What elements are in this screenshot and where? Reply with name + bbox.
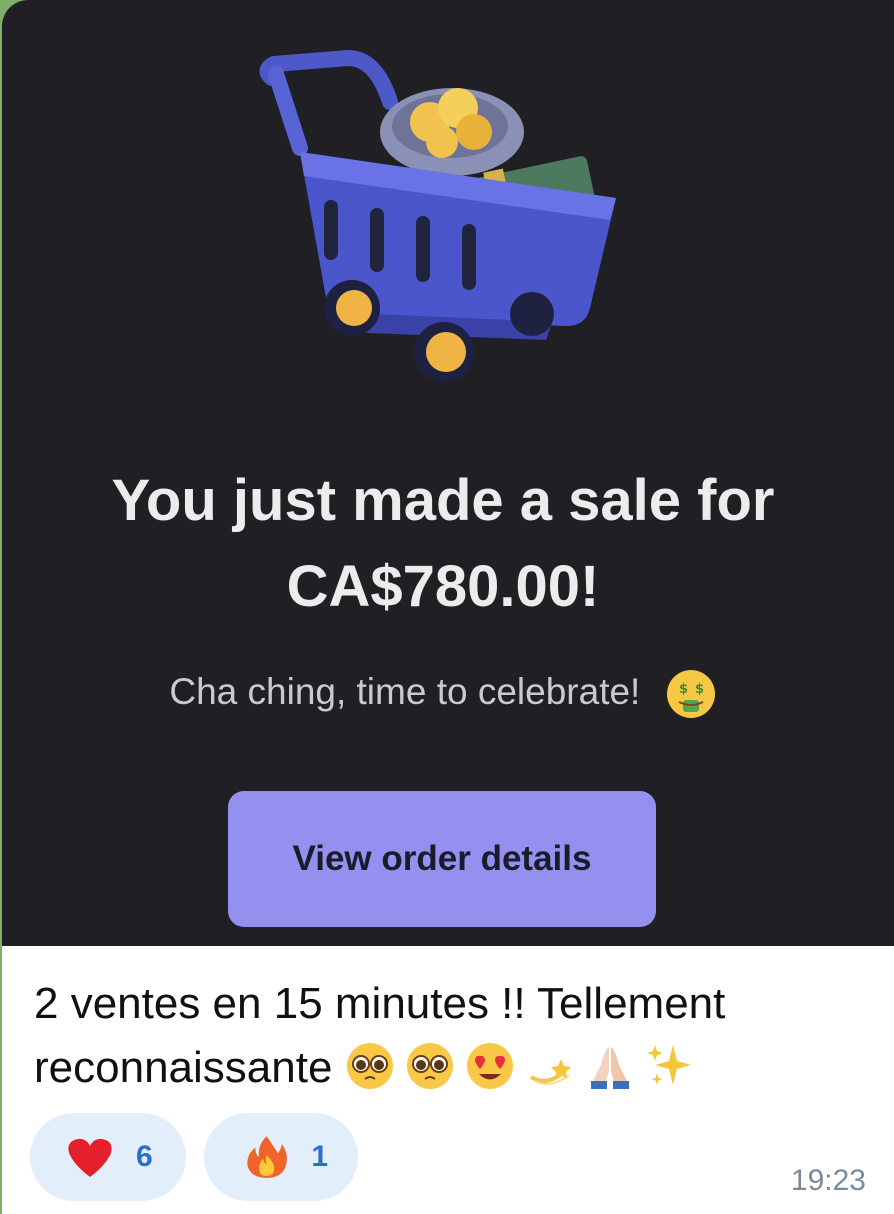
reaction-count: 6: [136, 1140, 153, 1173]
heart-eyes-face-icon: [466, 1043, 513, 1089]
reaction-fire[interactable]: 1: [204, 1113, 358, 1201]
shopping-cart-icon: [259, 50, 616, 382]
reaction-count: 1: [311, 1140, 328, 1173]
folded-hands-icon: [590, 1047, 629, 1089]
pleading-face-icon: [346, 1043, 393, 1089]
sale-notification-card[interactable]: You just made a sale for CA$780.00! Cha …: [2, 0, 894, 946]
reactions-bar: 6 1: [30, 1113, 358, 1201]
fire-icon: [247, 1136, 287, 1178]
subline-text: Cha ching, time to celebrate!: [169, 671, 641, 712]
sparkles-icon: [646, 1045, 691, 1085]
money-mouth-face-icon: $ $: [666, 670, 715, 719]
message-timestamp: 19:23: [790, 1164, 866, 1197]
svg-text:$: $: [679, 682, 688, 697]
sale-subline: Cha ching, time to celebrate! $ $: [2, 664, 884, 720]
heart-icon: [68, 1138, 112, 1177]
reaction-heart[interactable]: 6: [30, 1113, 186, 1201]
pleading-face-icon: [406, 1043, 453, 1089]
message-caption: 2 ventes en 15 minutes !! Tellement reco…: [34, 972, 884, 1100]
sale-headline: You just made a sale for CA$780.00!: [111, 468, 775, 619]
dizzy-icon: [529, 1059, 571, 1085]
view-order-details-button[interactable]: View order details: [228, 791, 656, 927]
svg-text:$: $: [695, 682, 704, 697]
message-bubble[interactable]: You just made a sale for CA$780.00! Cha …: [2, 0, 894, 1214]
